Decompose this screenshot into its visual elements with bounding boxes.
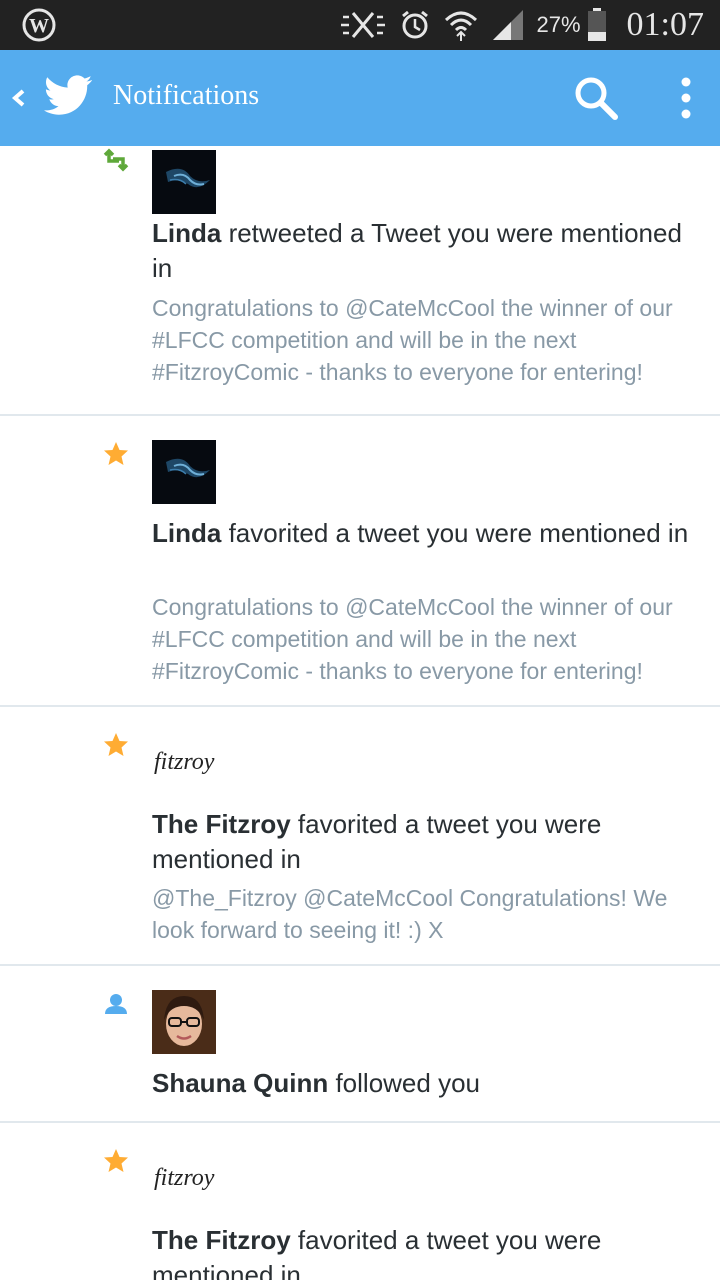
notification-item[interactable]: Linda retweeted a Tweet you were mention… (0, 146, 720, 416)
avatar[interactable] (152, 150, 216, 214)
logo-text: fitzroy (154, 749, 215, 775)
notification-item[interactable]: Linda favorited a tweet you were mention… (0, 416, 720, 707)
action-text: retweeted a Tweet you were mentioned in (152, 218, 682, 283)
user-name[interactable]: The Fitzroy (152, 1225, 291, 1255)
tweet-text: @The_Fitzroy @CateMcCool Congratulations… (152, 885, 668, 943)
fitzroy-logo[interactable]: fitzroy (152, 731, 216, 795)
retweet-icon (103, 148, 129, 172)
battery-percent: 27% (536, 12, 581, 37)
notification-text: Shauna Quinn followed you (152, 1066, 692, 1101)
svg-text:W: W (29, 15, 49, 37)
alarm-icon (399, 9, 431, 41)
star-icon (104, 733, 128, 756)
tweet-text: Congratulations to @CateMcCool the winne… (152, 295, 673, 385)
notification-text: Linda retweeted a Tweet you were mention… (152, 216, 692, 286)
notifications-feed[interactable]: Linda retweeted a Tweet you were mention… (0, 146, 720, 1280)
logo-text: fitzroy (154, 1165, 215, 1191)
action-text: favorited a tweet you were mentioned in (221, 518, 689, 548)
wifi-icon (443, 8, 479, 42)
app-bar: Notifications (0, 50, 720, 146)
wordpress-icon: W (22, 8, 56, 42)
back-icon[interactable] (10, 80, 28, 116)
notification-item[interactable]: fitzroy The Fitzroy favorited a tweet yo… (0, 707, 720, 966)
notification-text: Linda favorited a tweet you were mention… (152, 516, 692, 551)
battery-icon (587, 8, 607, 42)
status-bar: W 27% 01:07 (0, 0, 720, 50)
signal-icon (491, 8, 525, 42)
tweet-text: Congratulations to @CateMcCool the winne… (152, 594, 673, 684)
avatar[interactable] (152, 440, 216, 504)
twitter-bird-icon[interactable] (44, 74, 94, 118)
star-icon (104, 1149, 128, 1172)
user-name[interactable]: The Fitzroy (152, 809, 291, 839)
follow-person-icon (105, 994, 127, 1014)
user-name[interactable]: Linda (152, 518, 221, 548)
user-name[interactable]: Linda (152, 218, 221, 248)
page-title: Notifications (113, 80, 260, 111)
notification-text: The Fitzroy favorited a tweet you were m… (152, 807, 692, 877)
overflow-menu-icon[interactable] (670, 74, 702, 122)
clock: 01:07 (626, 6, 704, 43)
fitzroy-logo[interactable]: fitzroy (152, 1147, 216, 1211)
mute-icon (339, 9, 387, 41)
notification-text: The Fitzroy favorited a tweet you were m… (152, 1223, 692, 1280)
notification-item[interactable]: fitzroy The Fitzroy favorited a tweet yo… (0, 1123, 720, 1280)
star-icon (104, 442, 128, 465)
action-text: followed you (328, 1068, 480, 1098)
search-icon[interactable] (572, 74, 620, 122)
user-name[interactable]: Shauna Quinn (152, 1068, 328, 1098)
avatar[interactable] (152, 990, 216, 1054)
notification-item[interactable]: Shauna Quinn followed you (0, 966, 720, 1123)
